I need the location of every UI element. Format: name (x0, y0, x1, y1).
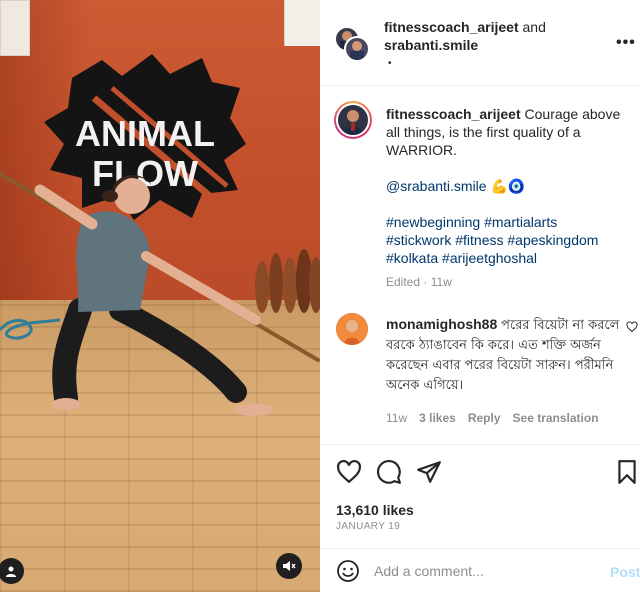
add-comment-bar: Post (320, 548, 640, 592)
caption-mention[interactable]: @srabanti.smile (386, 178, 487, 194)
caption-time[interactable]: 11w (431, 275, 452, 289)
see-translation-button[interactable]: See translation (513, 411, 599, 425)
comment-meta: 11w 3 likes Reply See translation (386, 411, 599, 425)
edited-label: Edited (386, 275, 421, 289)
wall-light (284, 0, 320, 46)
caption-avatar[interactable] (334, 101, 372, 139)
comment-time[interactable]: 11w (386, 411, 407, 425)
share-paper-plane-icon[interactable] (416, 459, 442, 485)
post-actions: 13,610 likes JANUARY 19 (320, 444, 640, 544)
hashtag[interactable]: #newbeginning (386, 214, 480, 230)
likes-count[interactable]: 13,610 likes (336, 502, 414, 518)
header-user1-link[interactable]: fitnesscoach_arijeet (384, 19, 519, 35)
post-header: fitnesscoach_arijeet and srabanti.smile … (320, 0, 640, 86)
hashtag[interactable]: #martialarts (484, 214, 557, 230)
hashtag[interactable]: #apeskingdom (507, 232, 598, 248)
mute-button[interactable] (276, 553, 302, 579)
reply-button[interactable]: Reply (468, 411, 501, 425)
post-comment-button[interactable]: Post (610, 564, 640, 580)
athlete-with-staff (0, 172, 320, 416)
comment-like-button[interactable] (626, 321, 638, 336)
header-joiner: and (522, 19, 546, 35)
air-conditioner (0, 0, 30, 56)
hashtag[interactable]: #arijeetghoshal (442, 250, 537, 266)
heart-icon (626, 321, 638, 333)
hashtag[interactable]: #fitness (455, 232, 503, 248)
header-subline: • (388, 58, 392, 69)
collab-avatars[interactable] (334, 26, 374, 66)
emoji-icon[interactable] (336, 559, 360, 583)
caption: fitnesscoach_arijeet Courage above all t… (386, 105, 626, 267)
caption-emojis: 💪🧿 (490, 178, 526, 194)
like-heart-icon[interactable] (336, 459, 362, 485)
hashtag[interactable]: #kolkata (386, 250, 438, 266)
person-icon (6, 566, 16, 577)
avatar (344, 36, 370, 62)
more-options-button[interactable]: ••• (616, 34, 636, 52)
comment-likes[interactable]: 3 likes (419, 411, 456, 425)
comment: monamighosh88 পরের বিয়েটা না করলে বরকে … (386, 315, 620, 395)
comment-avatar[interactable] (336, 313, 368, 345)
hashtag[interactable]: #stickwork (386, 232, 451, 248)
caption-username[interactable]: fitnesscoach_arijeet (386, 106, 521, 122)
caption-edited-meta: Edited · 11w (386, 275, 452, 289)
post-date[interactable]: JANUARY 19 (336, 521, 400, 532)
comment-username[interactable]: monamighosh88 (386, 316, 497, 332)
header-usernames: fitnesscoach_arijeet and srabanti.smile (384, 18, 584, 54)
save-bookmark-icon[interactable] (614, 459, 640, 485)
comment-bubble-icon[interactable] (376, 459, 402, 485)
comments-area[interactable]: fitnesscoach_arijeet Courage above all t… (320, 87, 640, 444)
header-user2-link[interactable]: srabanti.smile (384, 37, 478, 53)
logo-text-animal: ANIMAL (75, 113, 215, 154)
post-media[interactable]: ANIMAL FLOW (0, 0, 320, 592)
comment-input[interactable] (374, 559, 594, 583)
post-side-panel: fitnesscoach_arijeet and srabanti.smile … (320, 0, 640, 592)
speaker-muted-icon (283, 561, 296, 571)
